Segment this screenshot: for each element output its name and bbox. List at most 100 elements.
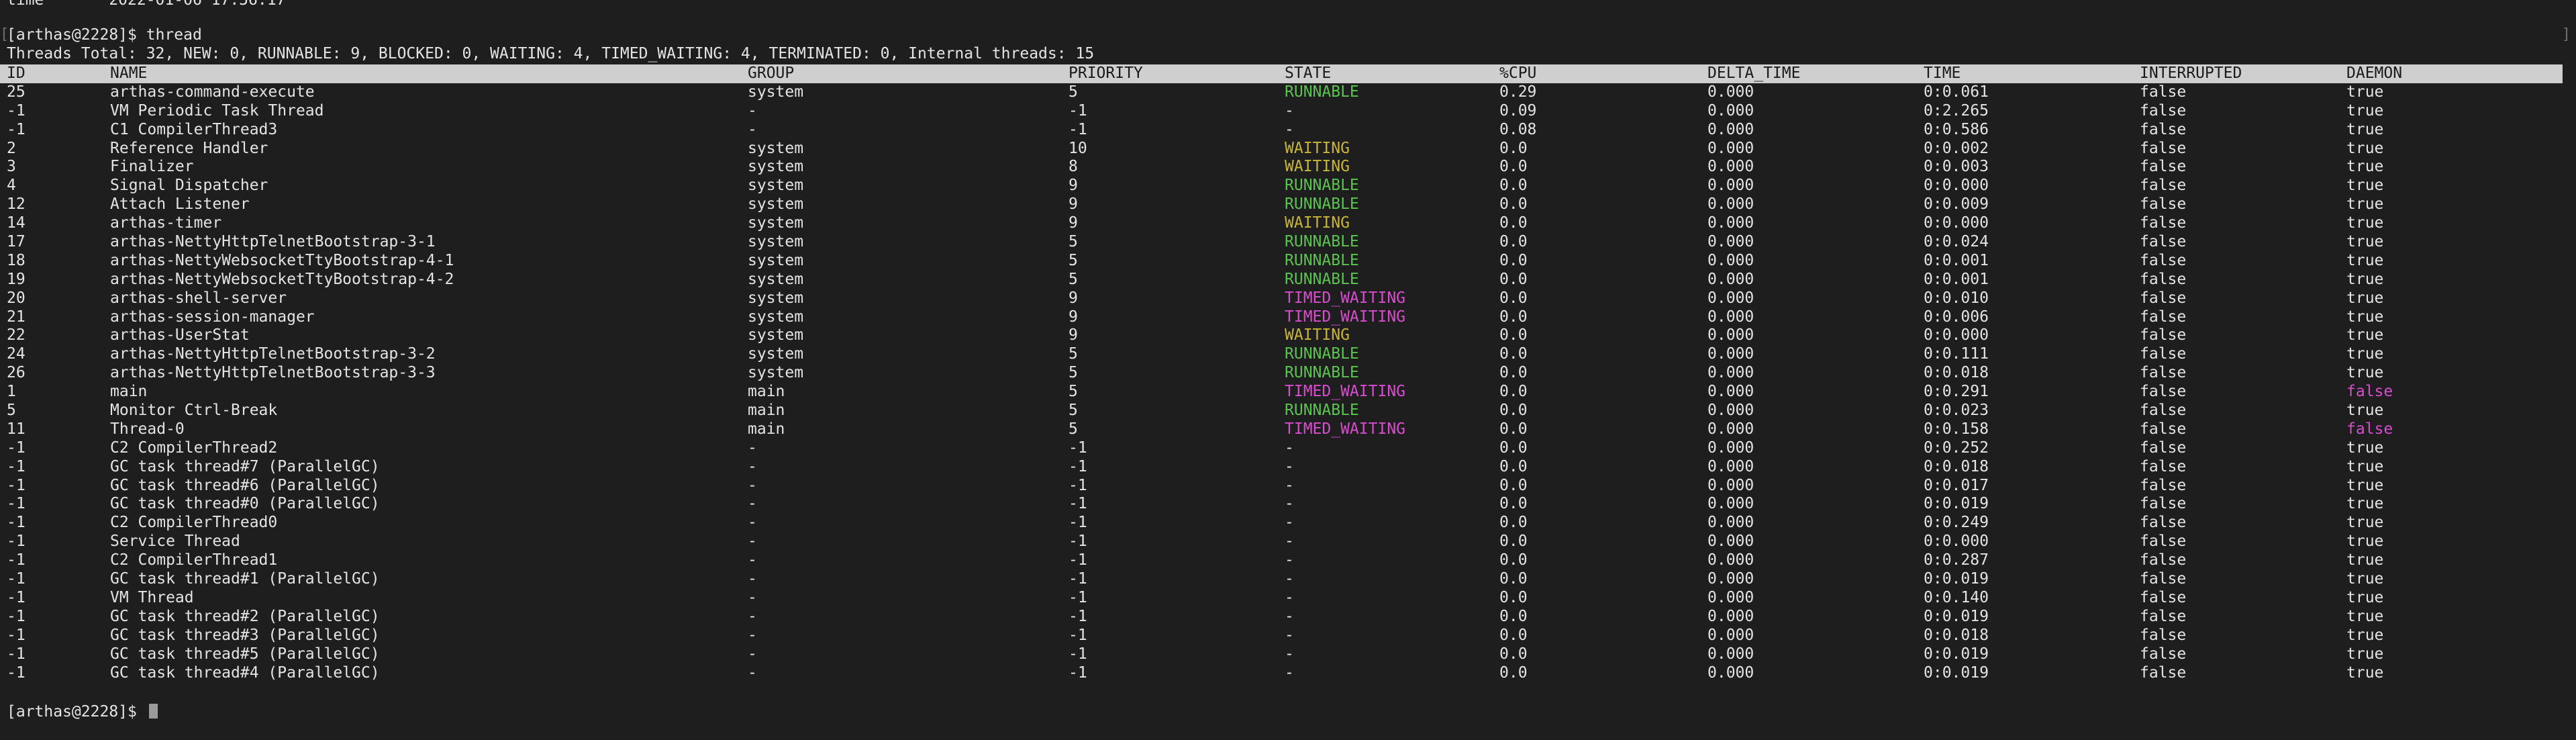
cell-id: -1 (7, 438, 26, 457)
cell-state: RUNNABLE (1285, 233, 1359, 251)
cell-priority: 5 (1069, 345, 1078, 363)
cell-name: VM Periodic Task Thread (110, 101, 324, 120)
cell-interrupted: false (2140, 402, 2187, 420)
cell-name: GC task thread#2 (ParallelGC) (110, 607, 380, 625)
table-row: 20 arthas-shell-server system 9 TIMED_WAITIN… (0, 289, 2563, 308)
cell-id: 12 (7, 195, 26, 214)
cell-name: C2 CompilerThread2 (110, 438, 278, 457)
cell-delta-time: 0.000 (1707, 83, 1754, 101)
cell-priority: 5 (1069, 83, 1078, 101)
cell-daemon: true (2346, 663, 2384, 682)
cell-group: - (748, 533, 757, 551)
cell-cpu: 0.0 (1499, 214, 1528, 232)
cell-group: main (748, 402, 785, 420)
cell-id: -1 (7, 626, 26, 644)
table-header: ID NAME GROUP PRIORITY STATE %CPU DELTA_TIME TI… (0, 64, 2563, 83)
cell-time: 0:0.249 (1924, 514, 1989, 532)
cell-daemon: true (2346, 551, 2384, 569)
cell-name: GC task thread#3 (ParallelGC) (110, 626, 380, 644)
cell-daemon: true (2346, 533, 2384, 551)
cell-id: -1 (7, 120, 26, 138)
cell-priority: 5 (1069, 402, 1078, 420)
table-row: -1 C2 CompilerThread0 - -1 - 0.0 0.000 0:0.249 f… (0, 514, 2563, 533)
cell-state: - (1285, 457, 1294, 475)
cell-daemon: false (2346, 383, 2393, 401)
table-body: 2 5 arthas-command-execute system 5 RUNNABLE 0… (0, 83, 2563, 683)
cell-name: arthas-NettyHttpTelnetBootstrap-3-1 (110, 233, 436, 251)
cell-id: 5 (7, 402, 16, 420)
cell-cpu: 0.0 (1499, 476, 1528, 494)
cell-name: arthas-timer (110, 214, 222, 232)
cell-delta-time: 0.000 (1707, 533, 1754, 551)
cell-cpu: 0.0 (1499, 457, 1528, 475)
cell-priority: 5 (1069, 270, 1078, 288)
cell-interrupted: false (2140, 495, 2187, 513)
cell-interrupted: false (2140, 383, 2187, 401)
table-row: -1 GC task thread#3 (ParallelGC) - -1 - 0.0 0.… (0, 627, 2563, 645)
cell-id: -1 (7, 514, 26, 532)
cell-interrupted: false (2140, 158, 2187, 176)
table-row: -1 GC task thread#4 (ParallelGC) - -1 - 0.0 0.… (0, 664, 2563, 683)
cell-state: RUNNABLE (1285, 177, 1359, 195)
cell-priority: -1 (1069, 663, 1087, 682)
cell-delta-time: 0.000 (1707, 495, 1754, 513)
cell-id: 11 (7, 420, 26, 438)
cell-interrupted: false (2140, 420, 2187, 438)
cell-state: TIMED_WAITING (1285, 289, 1406, 307)
cell-group: - (748, 438, 757, 457)
cell-group: - (748, 645, 757, 663)
cell-name: arthas-NettyWebsocketTtyBootstrap-4-2 (110, 270, 454, 288)
cell-group: - (748, 626, 757, 644)
command-text: thread (146, 26, 202, 44)
column-header-daemon: DAEMON (2346, 64, 2403, 82)
cell-id: -1 (7, 607, 26, 625)
cell-interrupted: false (2140, 195, 2187, 214)
cell-daemon: true (2346, 588, 2384, 606)
cell-name: GC task thread#0 (ParallelGC) (110, 495, 380, 513)
cell-daemon: true (2346, 233, 2384, 251)
cell-interrupted: false (2140, 139, 2187, 157)
cell-state: - (1285, 570, 1294, 588)
cell-name: arthas-command-execute (110, 83, 315, 101)
cell-delta-time: 0.000 (1707, 195, 1754, 214)
cell-id: 24 (7, 345, 26, 363)
cell-cpu: 0.0 (1499, 158, 1528, 176)
cell-cpu: 0.0 (1499, 195, 1528, 214)
cell-cpu: 0.0 (1499, 383, 1528, 401)
cell-delta-time: 0.000 (1707, 607, 1754, 625)
cell-name: GC task thread#5 (ParallelGC) (110, 645, 380, 663)
cell-state: - (1285, 101, 1294, 120)
table-row: 3 Finalizer system 8 WAITING 0.0 0.000 0:0.003 f… (0, 158, 2563, 177)
cell-cpu: 0.0 (1499, 345, 1528, 363)
cell-state: TIMED_WAITING (1285, 383, 1406, 401)
cell-interrupted: false (2140, 514, 2187, 532)
cell-delta-time: 0.000 (1707, 457, 1754, 475)
cell-time: 0:0.158 (1924, 420, 1989, 438)
cell-group: system (748, 251, 804, 269)
cell-id: 2 (7, 139, 16, 157)
cell-id: 22 (7, 326, 26, 344)
cell-id: 4 (7, 177, 16, 195)
cell-priority: -1 (1069, 476, 1087, 494)
cell-time: 0:0.019 (1924, 663, 1989, 682)
cell-interrupted: false (2140, 270, 2187, 288)
cell-group: system (748, 177, 804, 195)
cell-delta-time: 0.000 (1707, 120, 1754, 138)
cell-cpu: 0.0 (1499, 364, 1528, 382)
cell-group: system (748, 233, 804, 251)
shell-prompt: [arthas@2228]$ (7, 26, 146, 44)
cell-group: - (748, 551, 757, 569)
cell-priority: -1 (1069, 570, 1087, 588)
cell-time: 0:0.000 (1924, 326, 1989, 344)
cell-state: - (1285, 533, 1294, 551)
cell-delta-time: 0.000 (1707, 402, 1754, 420)
cell-delta-time: 0.000 (1707, 326, 1754, 344)
cell-cpu: 0.0 (1499, 588, 1528, 606)
cell-priority: 10 (1069, 139, 1087, 157)
cell-group: - (748, 457, 757, 475)
cell-daemon: true (2346, 251, 2384, 269)
column-header-id: ID (7, 64, 26, 82)
cell-cpu: 0.0 (1499, 402, 1528, 420)
cell-time: 0:0.018 (1924, 457, 1989, 475)
input-line[interactable]: [arthas@2228]$ (7, 702, 158, 721)
